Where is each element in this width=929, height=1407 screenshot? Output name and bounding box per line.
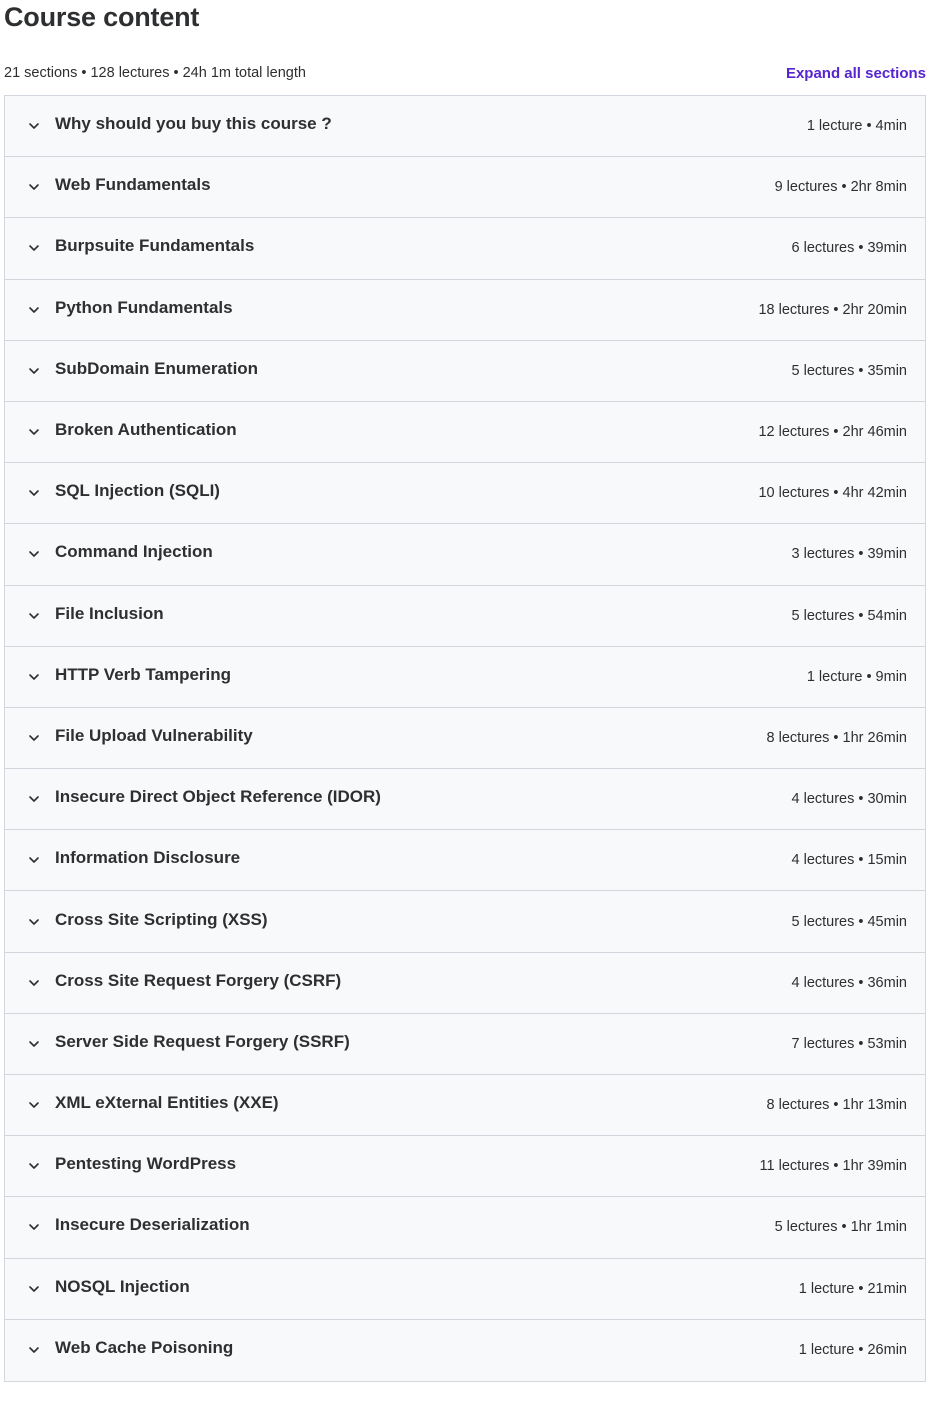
section-title: Burpsuite Fundamentals bbox=[55, 236, 255, 256]
section-row[interactable]: File Inclusion 5 lectures • 54min bbox=[5, 585, 925, 647]
chevron-down-icon[interactable] bbox=[27, 1343, 41, 1357]
section-meta: 1 lecture • 9min bbox=[806, 668, 907, 685]
chevron-down-icon[interactable] bbox=[27, 976, 41, 990]
chevron-down-icon[interactable] bbox=[27, 1220, 41, 1234]
section-title: Web Cache Poisoning bbox=[55, 1338, 234, 1358]
section-row[interactable]: Burpsuite Fundamentals 6 lectures • 39mi… bbox=[5, 218, 925, 280]
section-title: Pentesting WordPress bbox=[55, 1154, 237, 1174]
section-meta: 4 lectures • 15min bbox=[791, 852, 908, 869]
chevron-down-icon[interactable] bbox=[27, 792, 41, 806]
section-row[interactable]: File Upload Vulnerability 8 lectures • 1… bbox=[5, 707, 925, 770]
section-row[interactable]: Web Cache Poisoning 1 lecture • 26min bbox=[5, 1319, 925, 1381]
section-title: Why should you buy this course ? bbox=[55, 114, 332, 134]
course-summary: 21 sections • 128 lectures • 24h 1m tota… bbox=[4, 65, 306, 81]
section-meta: 6 lectures • 39min bbox=[791, 240, 908, 257]
chevron-down-icon[interactable] bbox=[27, 1282, 41, 1296]
section-meta: 4 lectures • 36min bbox=[791, 974, 908, 991]
section-title: Python Fundamentals bbox=[55, 297, 233, 317]
chevron-down-icon[interactable] bbox=[27, 364, 41, 378]
chevron-down-icon[interactable] bbox=[27, 180, 41, 194]
section-row[interactable]: Python Fundamentals 18 lectures • 2hr 20… bbox=[5, 279, 925, 341]
section-meta: 1 lecture • 4min bbox=[806, 118, 907, 135]
section-meta: 5 lectures • 54min bbox=[791, 607, 908, 624]
chevron-down-icon[interactable] bbox=[27, 241, 41, 255]
expand-all-sections-button[interactable]: Expand all sections bbox=[786, 65, 926, 82]
section-meta: 18 lectures • 2hr 20min bbox=[758, 301, 907, 318]
section-title: File Inclusion bbox=[55, 603, 164, 623]
section-row[interactable]: Pentesting WordPress 11 lectures • 1hr 3… bbox=[5, 1136, 925, 1198]
chevron-down-icon[interactable] bbox=[27, 1037, 41, 1051]
section-title: Command Injection bbox=[55, 542, 213, 562]
section-row[interactable]: SubDomain Enumeration 5 lectures • 35min bbox=[5, 340, 925, 402]
chevron-down-icon[interactable] bbox=[27, 670, 41, 684]
section-title: NOSQL Injection bbox=[55, 1276, 190, 1296]
section-meta: 1 lecture • 26min bbox=[798, 1342, 907, 1359]
chevron-down-icon[interactable] bbox=[27, 609, 41, 623]
section-meta: 10 lectures • 4hr 42min bbox=[758, 485, 907, 502]
chevron-down-icon[interactable] bbox=[27, 303, 41, 317]
section-meta: 3 lectures • 39min bbox=[791, 546, 908, 563]
section-meta: 7 lectures • 53min bbox=[791, 1035, 908, 1052]
section-title: Insecure Deserialization bbox=[55, 1215, 250, 1235]
section-row[interactable]: NOSQL Injection 1 lecture • 21min bbox=[5, 1258, 925, 1320]
course-summary-row: 21 sections • 128 lectures • 24h 1m tota… bbox=[4, 62, 926, 84]
section-title: Information Disclosure bbox=[55, 848, 241, 868]
chevron-down-icon[interactable] bbox=[27, 119, 41, 133]
section-meta: 5 lectures • 35min bbox=[791, 362, 908, 379]
section-row[interactable]: Command Injection 3 lectures • 39min bbox=[5, 524, 925, 586]
section-title: SQL Injection (SQLI) bbox=[55, 481, 220, 501]
chevron-down-icon[interactable] bbox=[27, 425, 41, 439]
section-meta: 9 lectures • 2hr 8min bbox=[774, 179, 907, 196]
chevron-down-icon[interactable] bbox=[27, 915, 41, 929]
section-row[interactable]: XML eXternal Entities (XXE) 8 lectures •… bbox=[5, 1075, 925, 1137]
section-meta: 11 lectures • 1hr 39min bbox=[759, 1158, 907, 1175]
page-title: Course content bbox=[4, 2, 200, 32]
chevron-down-icon[interactable] bbox=[27, 853, 41, 867]
section-title: XML eXternal Entities (XXE) bbox=[55, 1093, 279, 1113]
section-row[interactable]: Cross Site Scripting (XSS) 5 lectures • … bbox=[5, 891, 925, 953]
section-row[interactable]: Why should you buy this course ? 1 lectu… bbox=[5, 96, 925, 158]
section-meta: 8 lectures • 1hr 26min bbox=[766, 729, 907, 746]
section-title: Cross Site Request Forgery (CSRF) bbox=[55, 970, 342, 990]
section-title: File Upload Vulnerability bbox=[55, 725, 253, 745]
section-row[interactable]: Web Fundamentals 9 lectures • 2hr 8min bbox=[5, 157, 925, 219]
chevron-down-icon[interactable] bbox=[27, 547, 41, 561]
section-meta: 5 lectures • 45min bbox=[791, 913, 908, 930]
section-title: HTTP Verb Tampering bbox=[55, 664, 232, 684]
section-title: Server Side Request Forgery (SSRF) bbox=[55, 1031, 350, 1051]
section-meta: 12 lectures • 2hr 46min bbox=[758, 424, 907, 441]
section-row[interactable]: Insecure Deserialization 5 lectures • 1h… bbox=[5, 1197, 925, 1259]
section-row[interactable]: SQL Injection (SQLI) 10 lectures • 4hr 4… bbox=[5, 463, 925, 525]
section-title: Broken Authentication bbox=[55, 420, 237, 440]
section-title: Insecure Direct Object Reference (IDOR) bbox=[55, 787, 381, 807]
section-meta: 4 lectures • 30min bbox=[791, 791, 908, 808]
section-row[interactable]: Broken Authentication 12 lectures • 2hr … bbox=[5, 401, 925, 464]
section-row[interactable]: HTTP Verb Tampering 1 lecture • 9min bbox=[5, 646, 925, 708]
chevron-down-icon[interactable] bbox=[27, 486, 41, 500]
section-meta: 5 lectures • 1hr 1min bbox=[774, 1219, 907, 1236]
chevron-down-icon[interactable] bbox=[27, 1159, 41, 1173]
section-title: SubDomain Enumeration bbox=[55, 358, 259, 378]
chevron-down-icon[interactable] bbox=[27, 731, 41, 745]
section-title: Web Fundamentals bbox=[55, 175, 211, 195]
section-title: Cross Site Scripting (XSS) bbox=[55, 909, 268, 929]
section-row[interactable]: Information Disclosure 4 lectures • 15mi… bbox=[5, 830, 925, 892]
section-list: Why should you buy this course ? 1 lectu… bbox=[4, 95, 926, 1382]
section-row[interactable]: Insecure Direct Object Reference (IDOR) … bbox=[5, 769, 925, 831]
chevron-down-icon[interactable] bbox=[27, 1098, 41, 1112]
section-meta: 8 lectures • 1hr 13min bbox=[766, 1097, 907, 1114]
section-meta: 1 lecture • 21min bbox=[798, 1280, 907, 1297]
section-row[interactable]: Cross Site Request Forgery (CSRF) 4 lect… bbox=[5, 952, 925, 1014]
section-row[interactable]: Server Side Request Forgery (SSRF) 7 lec… bbox=[5, 1013, 925, 1075]
